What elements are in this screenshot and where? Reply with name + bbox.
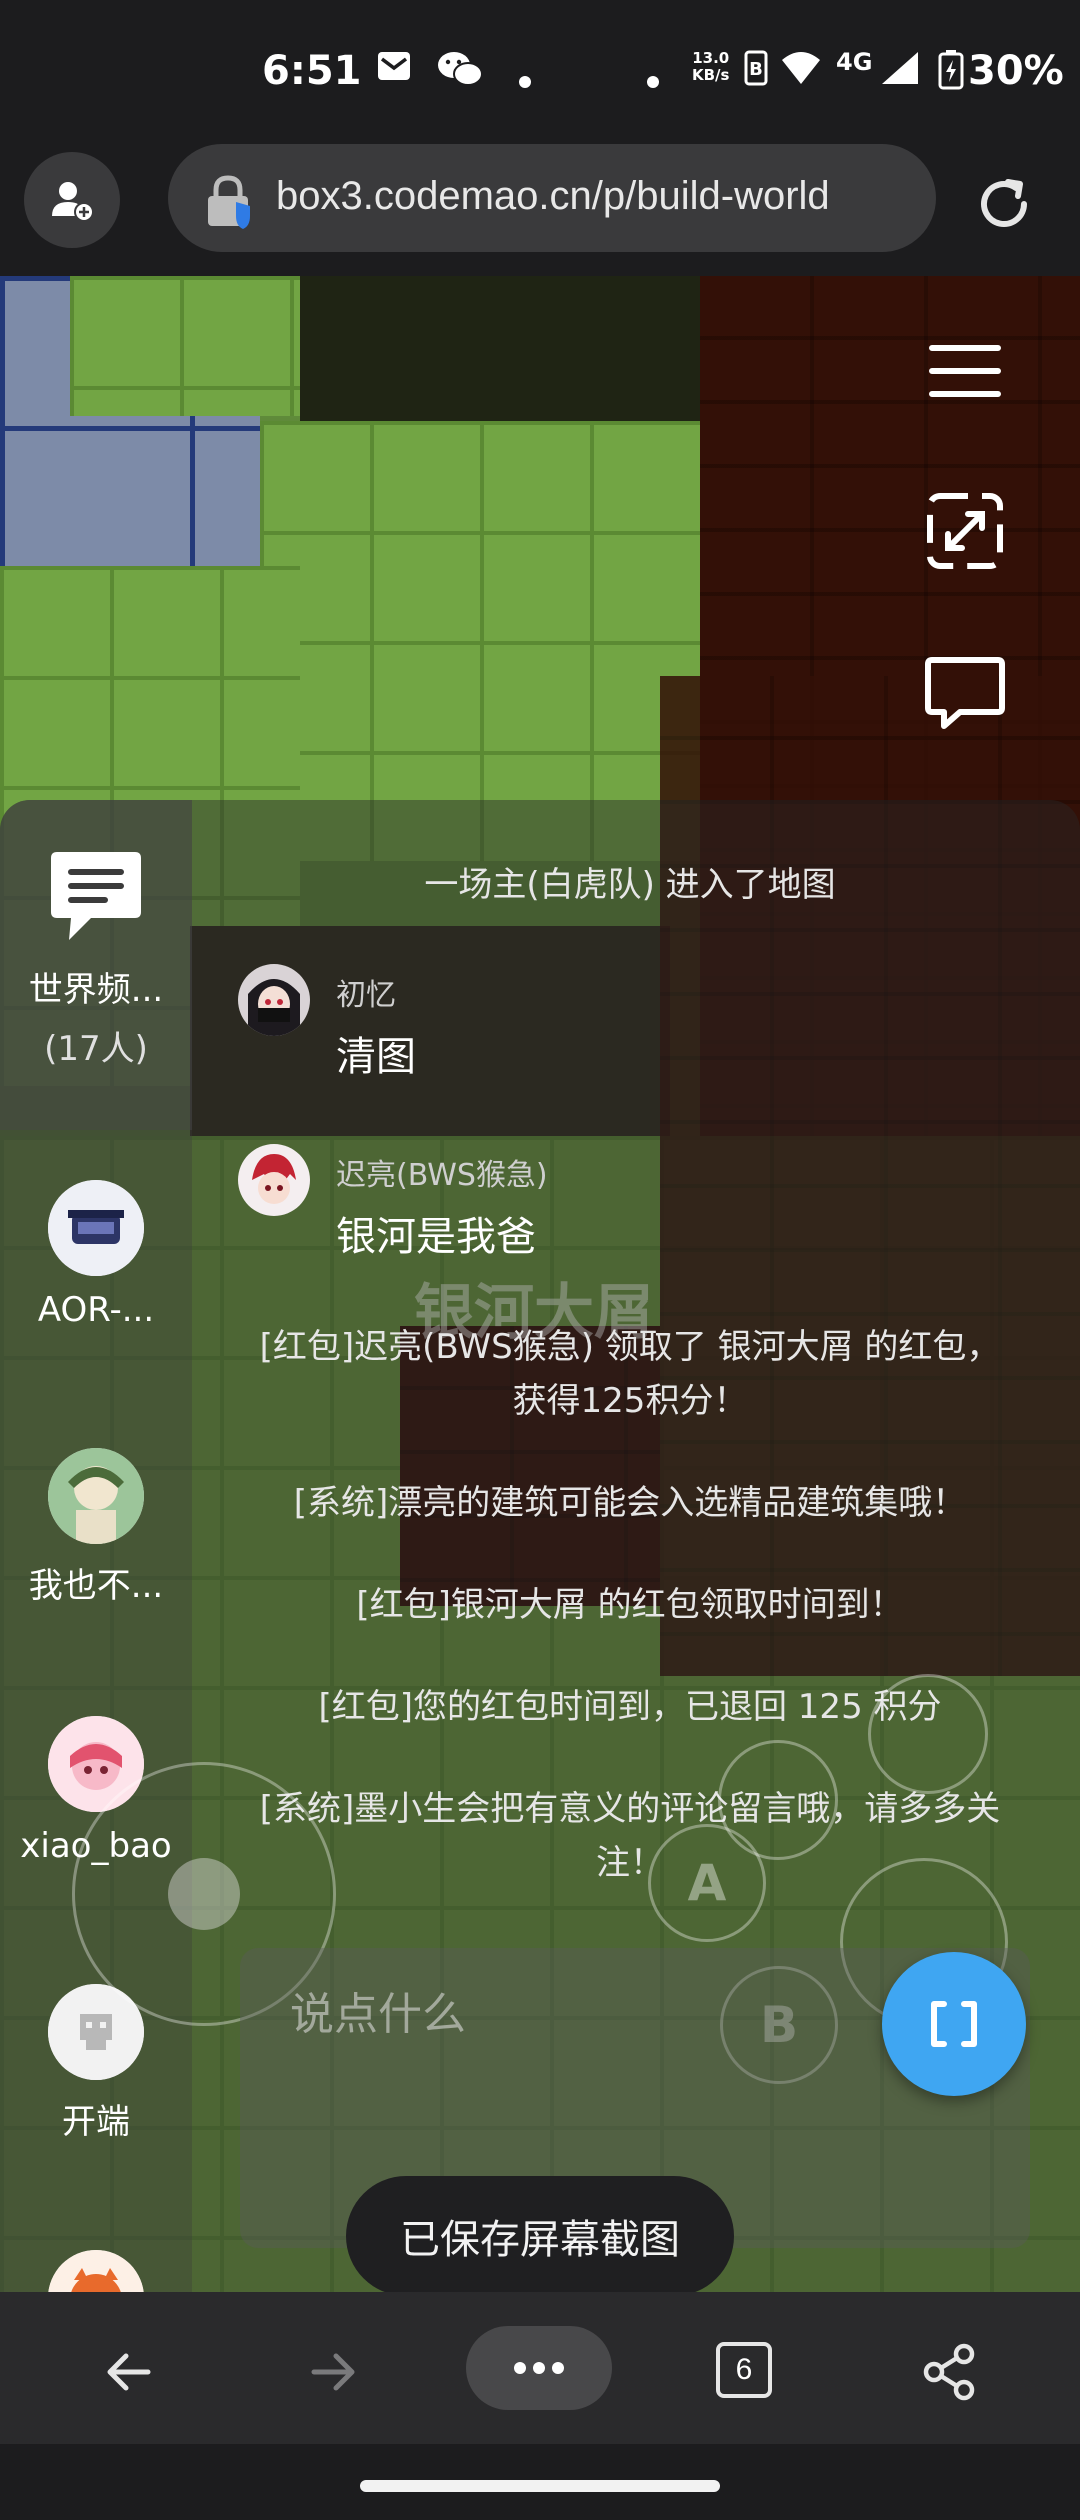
channel-label: 开端 xyxy=(62,2102,130,2142)
add-user-icon xyxy=(52,182,94,222)
grass-block xyxy=(70,276,300,416)
channel-dm[interactable] xyxy=(0,2250,192,2292)
dot-icon xyxy=(646,58,660,98)
net-speed: 13.0 KB/s xyxy=(692,49,730,84)
channel-member-count: (17人) xyxy=(44,1029,148,1069)
world-chat-icon xyxy=(51,852,141,940)
arrow-left-icon xyxy=(107,2353,151,2391)
gesture-bar xyxy=(0,2444,1080,2520)
message-author: 初忆 xyxy=(336,978,396,1013)
shadow-block xyxy=(300,276,700,436)
avatar xyxy=(238,1144,310,1216)
url-text: box3.codemao.cn/p/build-world xyxy=(276,174,830,218)
fullscreen-icon[interactable] xyxy=(920,486,1010,576)
wechat-icon xyxy=(436,50,484,97)
arrow-right-icon xyxy=(311,2353,355,2391)
signal-icon xyxy=(880,50,920,95)
chat-toggle-icon[interactable] xyxy=(920,646,1010,736)
profile-button[interactable] xyxy=(24,152,120,248)
reload-button[interactable] xyxy=(968,168,1040,240)
channel-label: AOR-... xyxy=(37,1290,155,1330)
browser-bottom-nav: 6 xyxy=(0,2292,1080,2444)
grass-block xyxy=(260,421,700,861)
screenshot-button[interactable] xyxy=(882,1952,1026,2096)
channel-world[interactable]: 世界频... (17人) xyxy=(0,848,192,1070)
system-message: [红包]银河大屑 的红包领取时间到！ xyxy=(356,1585,904,1625)
avatar xyxy=(48,1448,144,1544)
avatar xyxy=(238,964,310,1036)
message-text: 银河是我爸 xyxy=(336,1214,536,1260)
forward-button[interactable] xyxy=(294,2332,374,2412)
action-button[interactable] xyxy=(868,1674,988,1794)
message-author: 迟亮(BWS猴急) xyxy=(336,1158,548,1193)
channel-dm[interactable]: AOR-... xyxy=(0,1180,192,1330)
more-menu-button[interactable] xyxy=(466,2326,612,2410)
status-time: 6:51 xyxy=(262,48,362,94)
system-message: [红包]迟亮(BWS猴急) 领取了 银河大屑 的红包， 获得125积分！ xyxy=(259,1327,1001,1421)
more-dots-icon xyxy=(514,2362,564,2374)
avatar xyxy=(48,1180,144,1276)
share-icon xyxy=(923,2343,975,2401)
home-indicator[interactable] xyxy=(360,2480,720,2492)
svg-text:B: B xyxy=(749,59,763,80)
battery-icon xyxy=(938,50,964,99)
mail-icon xyxy=(376,50,412,91)
tabs-button[interactable]: 6 xyxy=(716,2342,772,2398)
address-bar[interactable]: box3.codemao.cn/p/build-world xyxy=(168,144,936,252)
back-button[interactable] xyxy=(88,2332,168,2412)
site-security-icon[interactable] xyxy=(204,174,260,234)
avatar xyxy=(48,2250,144,2292)
share-button[interactable] xyxy=(910,2332,990,2412)
system-message: [系统]漂亮的建筑可能会入选精品建筑集哦！ xyxy=(293,1483,967,1523)
action-button[interactable] xyxy=(718,1740,838,1860)
wifi-icon xyxy=(780,50,822,95)
menu-icon[interactable] xyxy=(920,326,1010,416)
status-bar: 6:51 13.0 KB/s B 4G 30% xyxy=(0,0,1080,140)
browser-toolbar: box3.codemao.cn/p/build-world xyxy=(0,140,1080,276)
hd-icon: B xyxy=(744,50,768,95)
channel-dm[interactable]: 我也不... xyxy=(0,1448,192,1607)
network-type: 4G xyxy=(836,48,873,76)
battery-percent: 30% xyxy=(968,48,1064,94)
channel-label: 世界频... xyxy=(28,970,164,1010)
system-message: 一场主(白虎队) 进入了地图 xyxy=(424,865,836,905)
toast-message: 已保存屏幕截图 xyxy=(346,2176,734,2296)
reload-icon xyxy=(981,179,1027,227)
dot-icon xyxy=(518,58,532,98)
scan-frame-icon xyxy=(931,2001,977,2047)
message-text: 清图 xyxy=(336,1034,416,1080)
chat-input-placeholder: 说点什么 xyxy=(290,1989,466,2040)
channel-label: 我也不... xyxy=(28,1566,164,1606)
joystick-knob[interactable] xyxy=(168,1858,240,1930)
